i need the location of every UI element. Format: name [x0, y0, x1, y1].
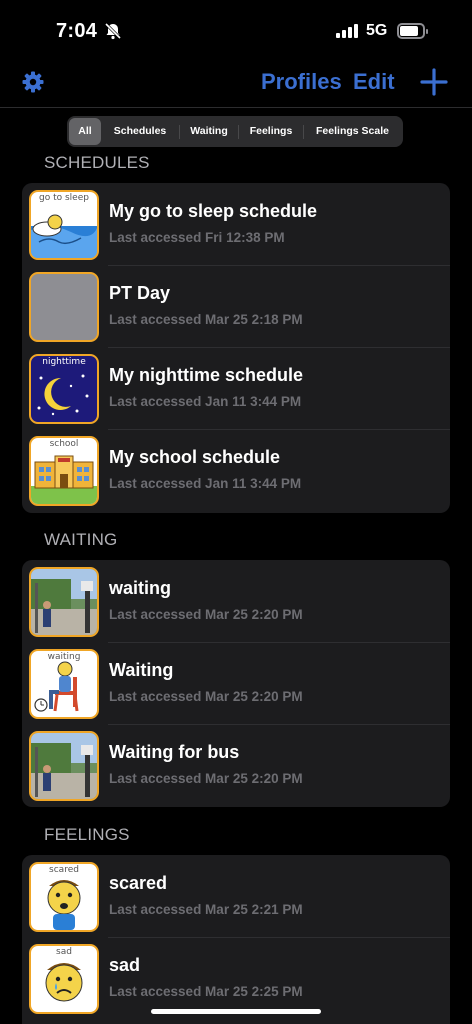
edit-button[interactable]: Edit: [353, 69, 395, 95]
item-subtitle: Last accessed Mar 25 2:25 PM: [109, 984, 303, 999]
item-subtitle: Last accessed Fri 12:38 PM: [109, 230, 285, 245]
item-title: PT Day: [109, 283, 171, 303]
filter-schedules[interactable]: Schedules: [101, 118, 179, 145]
sleep-icon: go to sleep: [29, 190, 99, 260]
gear-icon[interactable]: [21, 70, 45, 99]
item-subtitle: Last accessed Mar 25 2:20 PM: [109, 771, 303, 786]
list-item[interactable]: nighttime My nighttime schedule Last acc…: [22, 347, 450, 429]
item-title: My go to sleep schedule: [109, 201, 318, 221]
section-header-schedules: SCHEDULES: [44, 153, 150, 172]
bus-stop-photo: waiting: [29, 567, 99, 637]
item-subtitle: Last accessed Mar 25 2:18 PM: [109, 312, 303, 327]
item-subtitle: Last accessed Mar 25 2:20 PM: [109, 607, 303, 622]
list-item[interactable]: waiting waiting Last accessed Mar 25 2:2…: [22, 560, 450, 642]
blank-placeholder: [29, 272, 99, 342]
filter-segmented-control: All Schedules Waiting Feelings Feelings …: [67, 116, 403, 147]
item-title: scared: [109, 873, 168, 893]
list-item[interactable]: waiting Waiting Last accessed Mar 25 2:2…: [22, 642, 450, 724]
item-title: My school schedule: [109, 447, 281, 467]
item-title: Waiting for bus: [109, 742, 240, 762]
filter-waiting[interactable]: Waiting: [180, 118, 238, 145]
list-item[interactable]: PT Day Last accessed Mar 25 2:18 PM: [22, 265, 450, 347]
status-bar: 7:04 5G: [0, 0, 472, 60]
waiting-list: waiting waiting Last accessed Mar 25 2:2…: [22, 560, 450, 807]
feelings-list: scared scared Last accessed Mar 25 2:21 …: [22, 855, 450, 1024]
list-item[interactable]: sad sad Last accessed Mar 25 2:25 PM: [22, 937, 450, 1019]
schedules-list: go to sleep My go to sleep schedule Last…: [22, 183, 450, 513]
battery-icon: [397, 23, 428, 39]
list-item[interactable]: go to sleep My go to sleep schedule Last…: [22, 183, 450, 265]
item-title: My nighttime schedule: [109, 365, 304, 385]
clock: 7:04: [56, 20, 98, 42]
moon-icon: nighttime: [29, 354, 99, 424]
filter-feelings-scale[interactable]: Feelings Scale: [304, 118, 401, 145]
scared-face-icon: scared: [29, 862, 99, 932]
filter-all[interactable]: All: [69, 118, 101, 145]
network-type: 5G: [366, 22, 388, 39]
home-indicator[interactable]: [151, 1009, 321, 1014]
item-title: waiting: [109, 578, 171, 598]
item-subtitle: Last accessed Mar 25 2:21 PM: [109, 902, 303, 917]
list-item[interactable]: waiting Waiting for bus Last accessed Ma…: [22, 724, 450, 806]
bus-stop-photo: waiting: [29, 731, 99, 801]
person-seated-icon: waiting: [29, 649, 99, 719]
item-title: Waiting: [109, 660, 174, 680]
profiles-button[interactable]: Profiles: [261, 69, 342, 95]
sad-face-icon: sad: [29, 944, 99, 1014]
item-title: sad: [109, 955, 141, 975]
add-icon[interactable]: [420, 68, 448, 101]
filter-feelings[interactable]: Feelings: [239, 118, 303, 145]
bell-muted-icon: [104, 22, 122, 45]
signal-icon: [336, 24, 358, 38]
item-subtitle: Last accessed Mar 25 2:20 PM: [109, 689, 303, 704]
list-item[interactable]: scared scared Last accessed Mar 25 2:21 …: [22, 855, 450, 937]
item-subtitle: Last accessed Jan 11 3:44 PM: [109, 394, 302, 409]
list-item[interactable]: school My school schedule Last accessed …: [22, 429, 450, 511]
school-icon: school: [29, 436, 99, 506]
section-header-waiting: WAITING: [44, 530, 118, 549]
item-subtitle: Last accessed Jan 11 3:44 PM: [109, 476, 302, 491]
section-header-feelings: FEELINGS: [44, 825, 130, 844]
nav-bar: Profiles Edit: [0, 60, 472, 108]
